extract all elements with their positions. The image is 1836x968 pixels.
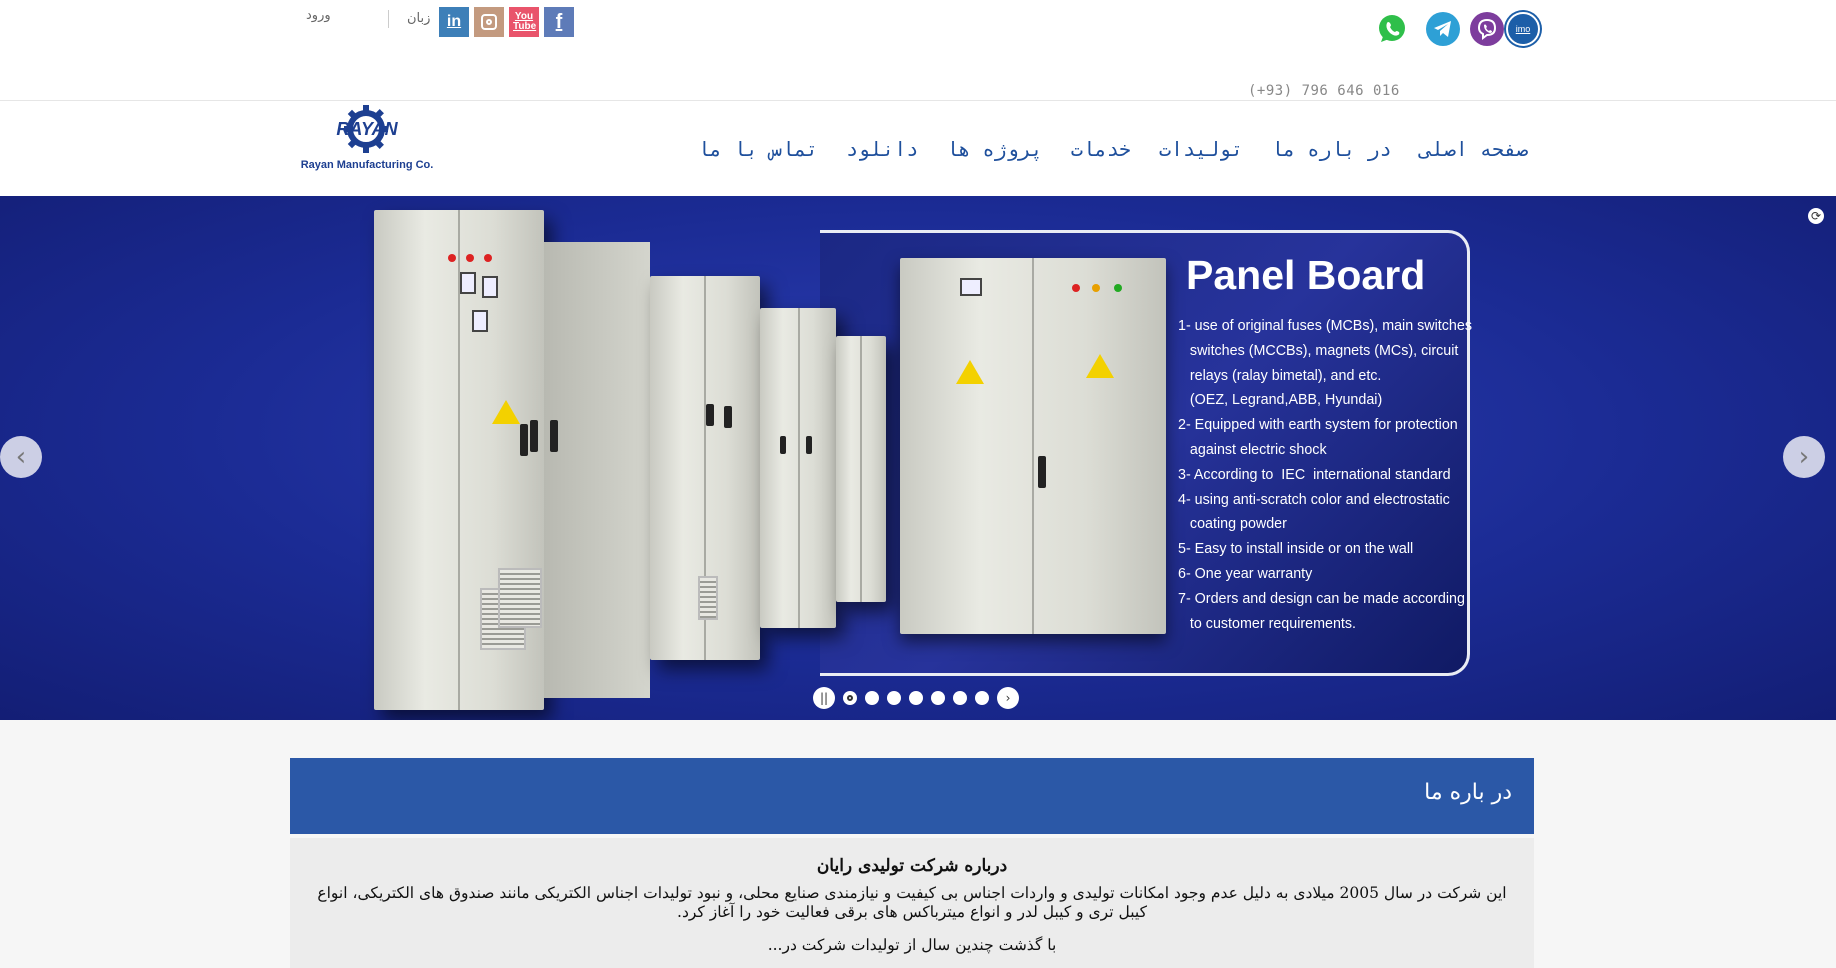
slide-bullet[interactable] [887,691,901,705]
youtube-glyph: You Tube [513,11,537,32]
main-navbar: RAYAN Rayan Manufacturing Co. صفحه اصلی … [0,100,1836,196]
nav-item-contact[interactable]: تماس با ما [698,137,818,161]
slide-line: switches (MCCBs), magnets (MCs), circuit [1178,342,1459,359]
play-next-button[interactable]: › [997,687,1019,709]
slider-pagination: || › [813,686,1019,710]
top-bar: ورود زبان in You Tube f imo (+93) 796 64… [0,0,1836,100]
hero-slider[interactable]: Panel Board 1- use of original fuses (MC… [0,196,1836,720]
about-text: این شرکت در سال 2005 میلادی به دلیل عدم … [317,884,1507,921]
viber-glyph [1477,18,1497,40]
slide-line: 1- use of original fuses (MCBs), main sw… [1178,318,1472,334]
slide-line: (OEZ, Legrand,ABB, Hyundai) [1178,392,1383,409]
viber-icon[interactable] [1470,12,1504,46]
cabinet-image-4 [836,336,886,602]
slide-line: 7- Orders and design can be made accordi… [1178,590,1465,607]
phone-number: (+93) 796 646 016 [1248,83,1400,99]
slide-line: 4- using anti-scratch color and electros… [1178,491,1450,508]
slide-bullet[interactable] [865,691,879,705]
slide-line: 2- Equipped with earth system for protec… [1178,417,1458,434]
whatsapp-icon[interactable] [1375,12,1409,46]
cabinet-image [374,210,568,710]
nav-item-projects[interactable]: پروژه ها [946,137,1042,161]
cabinet-image-3 [760,308,836,628]
nav-item-about[interactable]: در باره ما [1271,137,1391,161]
slide-bullet[interactable] [975,691,989,705]
slide-bullet[interactable] [953,691,967,705]
pause-button[interactable]: || [813,687,835,709]
slide-line: against electric shock [1178,441,1327,458]
instagram-glyph [481,14,497,30]
read-more-link[interactable]: با گذشت چندین سال از تولیدات شرکت در... [290,936,1534,954]
whatsapp-glyph [1379,15,1405,42]
about-section-body: درباره شرکت تولیدی رایان این شرکت در سال… [290,838,1534,968]
linkedin-icon[interactable]: in [439,7,469,37]
slide-line: coating powder [1178,516,1287,533]
nav-item-products[interactable]: تولیدات [1159,137,1243,161]
slide-line: 6- One year warranty [1178,565,1313,582]
company-logo[interactable]: RAYAN Rayan Manufacturing Co. [290,103,444,181]
nav-item-services[interactable]: خدمات [1071,137,1131,161]
slide-title: Panel Board [1186,252,1426,298]
cabinet-side [492,242,650,698]
slide-line: 5- Easy to install inside or on the wall [1178,541,1414,558]
login-link[interactable]: ورود [306,8,331,23]
top-divider [388,10,389,28]
slide-line: 3- According to IEC international standa… [1178,466,1451,483]
slide-bullet[interactable] [843,691,857,705]
slide-line: relays (ralay bimetal), and etc. [1178,367,1382,384]
slide-description: 1- use of original fuses (MCBs), main sw… [1178,314,1472,636]
facebook-icon[interactable]: f [544,7,574,37]
logo-subtitle: Rayan Manufacturing Co. [300,159,434,171]
telegram-glyph [1434,21,1451,37]
nav-item-home[interactable]: صفحه اصلی [1420,137,1528,161]
facebook-glyph: f [555,10,563,33]
fullscreen-icon[interactable]: ⟳ [1808,208,1824,224]
main-menu: صفحه اصلی در باره ما تولیدات خدمات پروژه… [680,137,1528,161]
telegram-icon[interactable] [1426,12,1460,46]
slider-next-button[interactable]: › [1783,436,1825,478]
about-heading: درباره شرکت تولیدی رایان [816,856,1008,876]
about-title: در باره ما [1424,780,1512,805]
slider-prev-button[interactable]: ‹ [0,436,42,478]
imo-icon[interactable]: imo [1506,12,1540,46]
linkedin-glyph: in [446,13,462,30]
slide-bullet[interactable] [931,691,945,705]
about-section-header: در باره ما [290,758,1534,834]
slide-line: to customer requirements. [1178,615,1356,632]
slide-bullet[interactable] [909,691,923,705]
instagram-icon[interactable] [474,7,504,37]
cabinet-image-2 [650,276,760,660]
youtube-icon[interactable]: You Tube [509,7,539,37]
logo-wordmark: RAYAN [336,119,398,139]
nav-item-download[interactable]: دانلود [846,137,918,161]
cabinet-image-front [900,258,1166,634]
language-selector[interactable]: زبان [407,11,430,26]
